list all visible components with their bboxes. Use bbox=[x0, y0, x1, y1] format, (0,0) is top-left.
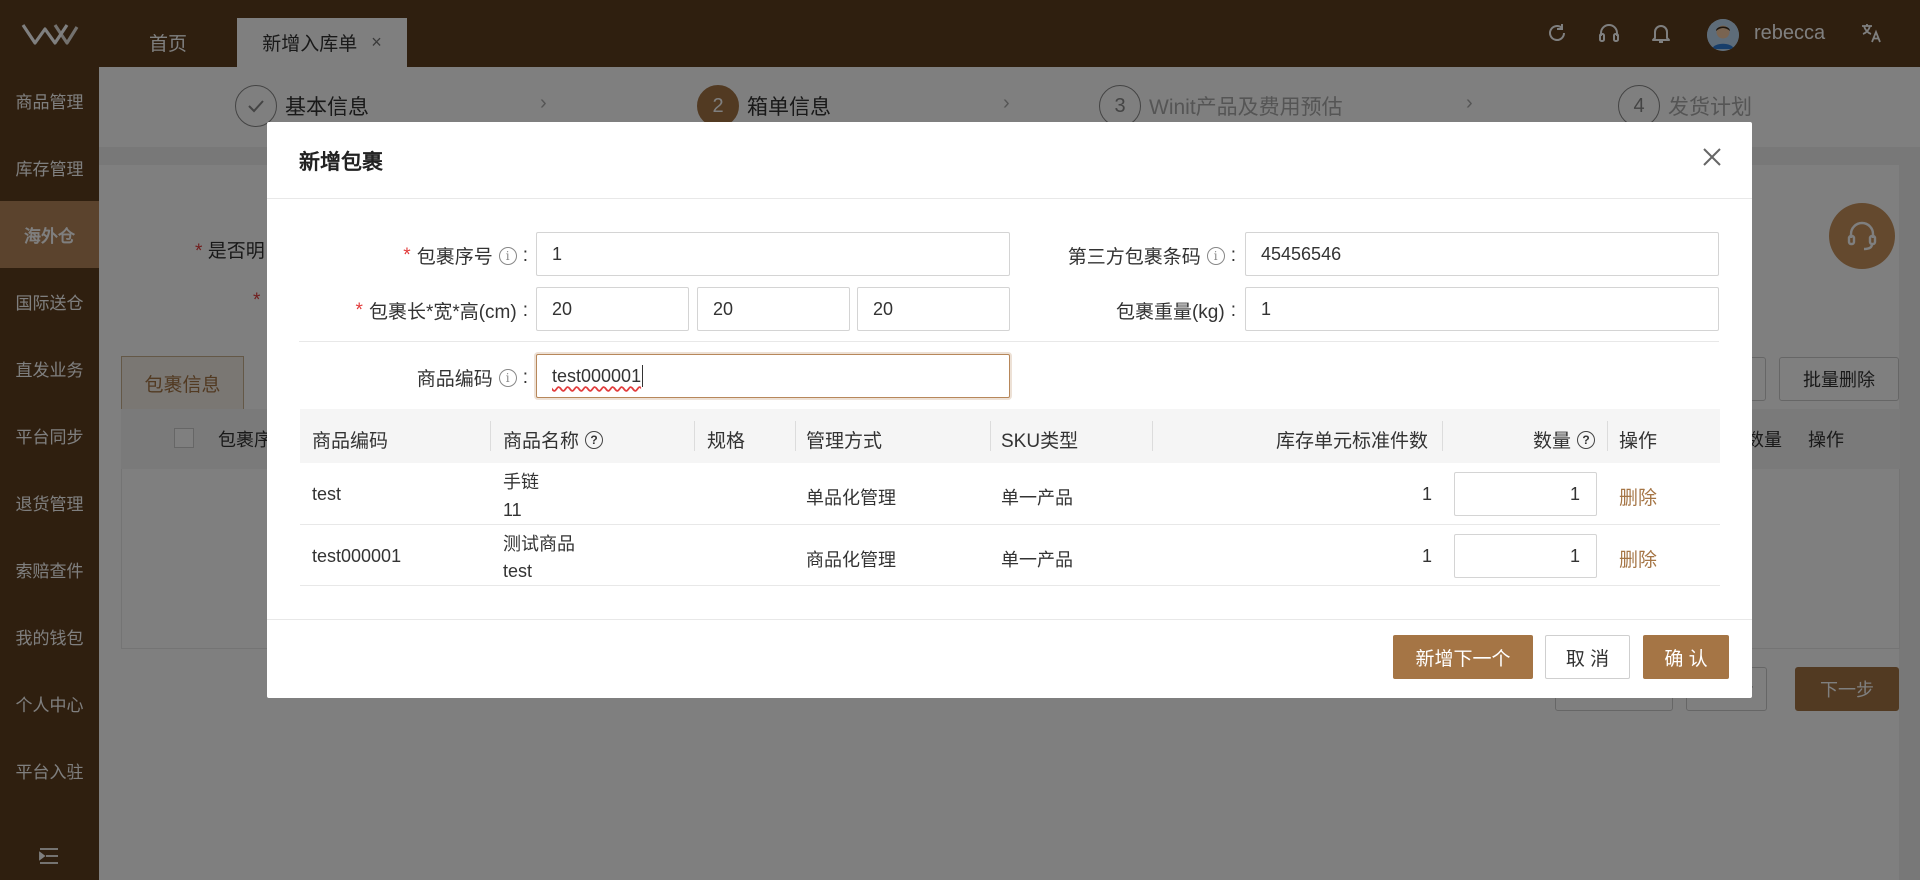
cell-product-sub: 11 bbox=[503, 500, 522, 520]
cell-sku-code: test bbox=[312, 484, 342, 504]
col-separator bbox=[694, 421, 695, 451]
package-weight-input[interactable]: 1 bbox=[1245, 287, 1719, 331]
col-product-name: 商品名称? bbox=[503, 426, 604, 453]
col-sku-code: 商品编码 bbox=[312, 431, 389, 452]
cell-management: 单品化管理 bbox=[806, 488, 896, 508]
delete-link[interactable]: 删除 bbox=[1619, 545, 1657, 572]
col-qty: 数量? bbox=[1533, 426, 1596, 453]
add-next-button[interactable]: 新增下一个 bbox=[1393, 635, 1533, 679]
info-icon: i bbox=[498, 246, 517, 265]
package-dims-label: * 包裹长*宽*高(cm): bbox=[355, 299, 528, 324]
cell-std-qty: 1 bbox=[1422, 484, 1433, 504]
question-icon[interactable]: ? bbox=[585, 430, 604, 449]
cancel-button[interactable]: 取 消 bbox=[1545, 635, 1630, 679]
package-weight-label: 包裹重量(kg): bbox=[1115, 299, 1236, 324]
col-sku-type: SKU类型 bbox=[1001, 431, 1079, 452]
confirm-button[interactable]: 确 认 bbox=[1643, 635, 1729, 679]
cell-std-qty: 1 bbox=[1422, 546, 1433, 566]
package-length-input[interactable]: 20 bbox=[536, 287, 689, 331]
delete-link[interactable]: 删除 bbox=[1619, 483, 1657, 510]
row-divider bbox=[300, 585, 1720, 586]
question-icon[interactable]: ? bbox=[1577, 430, 1596, 449]
info-icon: i bbox=[498, 368, 517, 387]
sku-code-input[interactable]: test000001 bbox=[536, 354, 1010, 398]
col-separator bbox=[1442, 421, 1443, 451]
cell-management: 商品化管理 bbox=[806, 550, 896, 570]
col-separator bbox=[795, 421, 796, 451]
package-height-input[interactable]: 20 bbox=[857, 287, 1010, 331]
quantity-input[interactable]: 1 bbox=[1454, 472, 1597, 516]
cell-product-name: 测试商品 bbox=[503, 534, 575, 554]
package-no-input[interactable]: 1 bbox=[536, 232, 1010, 276]
form-divider bbox=[299, 341, 1719, 342]
row-divider bbox=[300, 524, 1720, 525]
cell-sku-type: 单一产品 bbox=[1001, 488, 1073, 508]
footer-divider bbox=[267, 619, 1752, 620]
col-separator bbox=[1607, 421, 1608, 451]
quantity-input[interactable]: 1 bbox=[1454, 534, 1597, 578]
col-separator bbox=[990, 421, 991, 451]
col-separator bbox=[1152, 421, 1153, 451]
header-divider bbox=[267, 198, 1752, 199]
cell-sku-type: 单一产品 bbox=[1001, 550, 1073, 570]
col-spec: 规格 bbox=[707, 431, 746, 452]
col-separator bbox=[490, 421, 491, 451]
third-party-barcode-label: 第三方包裹条码 i: bbox=[1067, 244, 1236, 269]
text-cursor bbox=[642, 365, 644, 387]
dialog-title: 新增包裹 bbox=[299, 151, 383, 174]
info-icon: i bbox=[1206, 246, 1225, 265]
col-management: 管理方式 bbox=[806, 431, 883, 452]
sku-code-label: 商品编码 i: bbox=[416, 366, 528, 391]
third-party-barcode-input[interactable]: 45456546 bbox=[1245, 232, 1719, 276]
package-width-input[interactable]: 20 bbox=[697, 287, 850, 331]
package-no-label: * 包裹序号 i: bbox=[403, 244, 528, 269]
col-std-qty: 库存单元标准件数 bbox=[1276, 431, 1429, 452]
cell-product-sub: test bbox=[503, 561, 533, 581]
cell-sku-code: test000001 bbox=[312, 546, 402, 566]
cell-product-name: 手链 bbox=[503, 472, 539, 492]
col-action: 操作 bbox=[1619, 431, 1658, 452]
close-icon[interactable] bbox=[1699, 144, 1725, 170]
